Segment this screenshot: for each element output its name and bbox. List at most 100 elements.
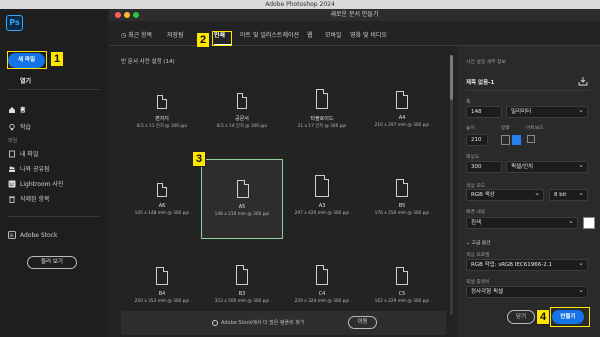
advanced-options-toggle[interactable]: ⌄ 고급 옵션 (466, 239, 491, 246)
preset-name: B3 (238, 291, 246, 297)
document-icon (157, 95, 167, 109)
sidebar-item-shared[interactable]: 나와 공유됨 (8, 164, 50, 173)
preset-name: A3 (318, 203, 326, 209)
document-icon (396, 91, 408, 109)
step-badge-4: 4 (536, 309, 550, 325)
preset-dimensions: 162 x 229 mm @ 300 ppi (374, 299, 430, 304)
sidebar-item-label: 홈 (20, 107, 26, 114)
orientation-label: 방향 (501, 126, 510, 131)
preset-card[interactable]: 편지지 8.5 x 11 인치 @ 300 ppi (121, 71, 203, 151)
pixel-aspect-select[interactable]: 정사각형 픽셀 (466, 285, 588, 298)
preset-name: C5 (398, 291, 406, 297)
step-badge-1: 1 (50, 51, 64, 67)
svg-text:St: St (10, 233, 15, 238)
preset-dimensions: 148 x 210 mm @ 300 ppi (214, 212, 270, 217)
tab-web[interactable]: 웹 (307, 30, 313, 39)
close-button-label: 닫기 (515, 314, 527, 320)
stock-search-bar: Adobe Stock에서 더 많은 템플릿 찾기 이동 (121, 311, 446, 335)
sidebar-item-my-files[interactable]: 내 파일 (8, 149, 38, 158)
background-label: 배경 내용 (466, 210, 486, 215)
unit-select[interactable]: 밀리미터 (506, 105, 588, 118)
photoshop-logo: Ps (6, 15, 23, 31)
save-preset-icon[interactable] (578, 76, 588, 86)
bit-depth-select[interactable]: 8 bit (549, 188, 588, 201)
sidebar-item-label: 삭제된 항목 (20, 196, 50, 203)
document-icon (315, 175, 329, 197)
divider (8, 216, 100, 217)
preset-card[interactable]: A5 148 x 210 mm @ 300 ppi (201, 159, 283, 239)
preset-dimensions: 105 x 148 mm @ 300 ppi (134, 211, 190, 216)
files-section-heading: 파일 (8, 138, 18, 144)
tab-art-illustration[interactable]: 아트 및 일러스트레이션 (240, 30, 299, 39)
document-icon (316, 265, 328, 285)
scrollbar-thumb[interactable] (450, 55, 453, 100)
preset-name: A6 (158, 203, 166, 209)
sidebar-item-adobe-stock[interactable]: St Adobe Stock (8, 231, 58, 239)
color-mode-select[interactable]: RGB 색상 (466, 188, 544, 201)
document-name-field[interactable]: 제목 없음-1 (466, 78, 494, 86)
landscape-orientation-button[interactable] (512, 135, 521, 145)
preset-name: B4 (158, 291, 166, 297)
preset-card[interactable]: A3 297 x 420 mm @ 300 ppi (281, 159, 363, 239)
preset-card[interactable]: B5 176 x 250 mm @ 300 ppi (361, 159, 443, 239)
color-profile-select[interactable]: RGB 작업: sRGB IEC61966-2.1 (466, 258, 588, 271)
search-input[interactable]: Adobe Stock에서 더 많은 템플릿 찾기 (221, 319, 305, 326)
pixel-aspect-label: 픽셀 종횡비 (466, 280, 490, 285)
people-icon (9, 166, 15, 172)
document-icon (156, 267, 168, 285)
preset-grid: 편지지 8.5 x 11 인치 @ 300 ppi 공문서 8.5 x 14 인치 @… (121, 71, 441, 311)
lightroom-icon: Lr (8, 180, 16, 188)
preset-dimensions: 8.5 x 14 인치 @ 300 ppi (216, 124, 268, 129)
open-button[interactable]: 열기 (20, 76, 31, 85)
preset-card[interactable]: A4 210 x 297 mm @ 300 ppi (361, 71, 443, 151)
blank-presets-heading: 빈 문서 사전 설정 (14) (121, 59, 175, 65)
preset-card[interactable]: 공문서 8.5 x 14 인치 @ 300 ppi (201, 71, 283, 151)
close-button[interactable]: 닫기 (507, 310, 535, 324)
preset-name: B5 (398, 203, 406, 209)
resolution-input[interactable]: 300 (466, 161, 502, 173)
tab-saved[interactable]: 저장됨 (167, 30, 184, 39)
tab-recent[interactable]: ◷ 최근 항목 (121, 30, 152, 39)
sidebar-item-learn[interactable]: 학습 (8, 122, 31, 131)
width-label: 폭 (466, 100, 471, 105)
dialog-title: 새로운 문서 만들기 (330, 11, 379, 18)
document-icon (236, 265, 248, 285)
tab-mobile[interactable]: 모바일 (325, 30, 342, 39)
height-input[interactable]: 210 (466, 134, 488, 146)
app-title: Adobe Photoshop 2024 (265, 1, 335, 8)
height-label: 높이 (466, 126, 475, 131)
lightbulb-icon (9, 123, 15, 130)
resolution-unit-select[interactable]: 픽셀/인치 (506, 160, 588, 173)
tab-film-video[interactable]: 영화 및 비디오 (350, 30, 387, 39)
file-icon (9, 150, 15, 157)
sidebar-item-label: 학습 (20, 124, 32, 131)
preset-dimensions: 11 x 17 인치 @ 300 ppi (297, 124, 347, 129)
sidebar-item-home[interactable]: 홈 (8, 105, 26, 114)
document-icon (396, 179, 408, 197)
trash-icon (9, 196, 15, 203)
resolution-label: 해상도 (466, 155, 480, 160)
sidebar-item-deleted[interactable]: 삭제된 항목 (8, 194, 50, 203)
width-input[interactable]: 148 (466, 106, 502, 118)
step-badge-3: 3 (192, 151, 206, 167)
sidebar-item-label: Lightroom 사진 (20, 181, 64, 188)
artboard-label: 아트보드 (526, 126, 544, 131)
preset-card[interactable]: 타블로이드 11 x 17 인치 @ 300 ppi (281, 71, 363, 151)
preset-name: 편지지 (155, 116, 169, 122)
background-color-swatch[interactable] (583, 217, 595, 229)
go-button[interactable]: 이동 (348, 316, 377, 329)
document-icon (237, 93, 247, 109)
preset-name: C4 (318, 291, 326, 297)
step-badge-2: 2 (196, 32, 210, 48)
artboard-checkbox[interactable] (527, 135, 535, 143)
preset-card[interactable]: A6 105 x 148 mm @ 300 ppi (121, 159, 203, 239)
sidebar-item-lightroom[interactable]: Lr Lightroom 사진 (8, 179, 63, 188)
tab-label: 최근 항목 (128, 32, 153, 39)
preset-dimensions: 353 x 500 mm @ 300 ppi (214, 299, 270, 304)
dialog-title-bar: 새로운 문서 만들기 (109, 9, 600, 21)
portrait-orientation-button[interactable] (501, 135, 510, 145)
browse-stock-button[interactable]: 둘러 보기 (27, 256, 77, 269)
background-select[interactable]: 흰색 (466, 216, 578, 229)
sidebar-item-label: 내 파일 (20, 151, 39, 158)
sidebar-item-label: Adobe Stock (20, 231, 58, 239)
